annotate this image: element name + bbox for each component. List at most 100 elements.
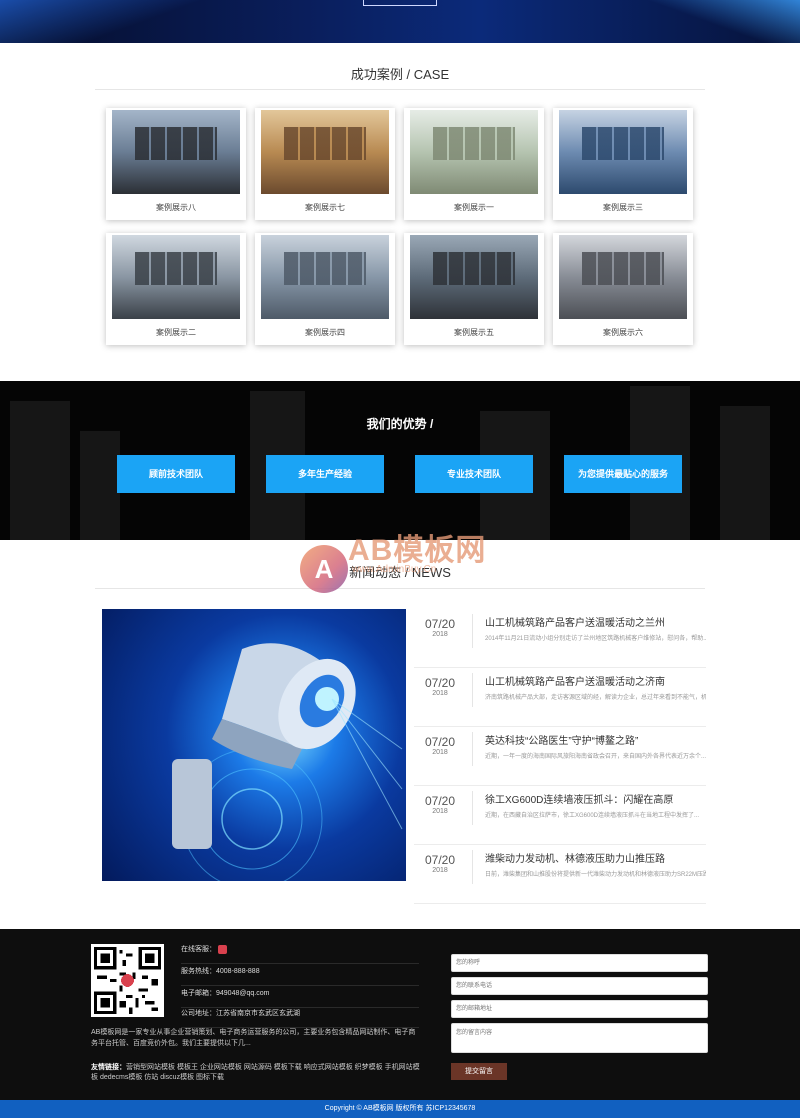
news-desc: 近期，一年一度的海南国际风旅阳海南省政会召开，来自国内外各界代表近万余个... bbox=[485, 754, 706, 760]
news-item[interactable]: 07/20 2018 潍柴动力发动机、林德液压助力山推压路日前，潍柴集团和山推股份将… bbox=[414, 845, 706, 904]
footer-label: 服务热线： bbox=[181, 968, 216, 975]
news-desc: 济南筑路机械产品大部，走访客源区域的经，解读力企业，总过年来看到不能气，机... bbox=[485, 695, 706, 701]
banner-light-ray bbox=[0, 0, 220, 43]
news-date: 07/20 bbox=[424, 853, 456, 867]
advantage-title: 我们的优势 / bbox=[366, 417, 434, 431]
case-card[interactable]: 案例展示三 bbox=[553, 108, 693, 220]
case-caption[interactable]: 案例展示七 bbox=[255, 202, 395, 213]
footer-email: 电子邮箱：949048@qq.com bbox=[181, 987, 419, 1008]
divider bbox=[95, 89, 705, 90]
news-desc: 日前，潍柴集团和山推股份将提供新一代潍柴动力发动机和林德液压助力SR22M压路.… bbox=[485, 872, 706, 878]
advantage-button-3[interactable]: 专业技术团队 bbox=[415, 455, 533, 493]
thumb-detail bbox=[582, 126, 664, 161]
case-card[interactable]: 案例展示一 bbox=[404, 108, 544, 220]
case-card[interactable]: 案例展示二 bbox=[106, 233, 246, 345]
footer-hotline: 服务热线：4008-888-888 bbox=[181, 965, 419, 986]
video-wall-image[interactable] bbox=[112, 235, 240, 319]
case-card[interactable]: 案例展示四 bbox=[255, 233, 395, 345]
store-entrance-image[interactable] bbox=[261, 110, 389, 194]
banner-more-button[interactable] bbox=[363, 0, 437, 6]
news-item[interactable]: 07/20 2018 英达科技“公路医生”守护“博鳌之路” 近期，一年一度的海南国际风… bbox=[414, 727, 706, 786]
case-card[interactable]: 案例展示七 bbox=[255, 108, 395, 220]
news-date: 07/20 bbox=[424, 617, 456, 631]
footer-address: 公司地址：江苏省南京市玄武区玄武湖 bbox=[181, 1007, 419, 1028]
advantage-button-1[interactable]: 顾前技术团队 bbox=[117, 455, 235, 493]
advantage-section: 我们的优势 / 顾前技术团队 多年生产经验 专业技术团队 为您提供最贴心的服务 bbox=[0, 381, 800, 540]
news-title[interactable]: 潍柴动力发动机、林德液压助力山推压路 bbox=[485, 850, 706, 865]
news-item[interactable]: 07/20 2018 山工机械筑路产品客户送温暖活动之济南济南筑路机械产品大部，走访… bbox=[414, 668, 706, 727]
watermark-logo-icon: A bbox=[300, 545, 348, 593]
top-banner bbox=[0, 0, 800, 43]
case-caption[interactable]: 案例展示八 bbox=[106, 202, 246, 213]
email-input[interactable] bbox=[451, 1000, 708, 1018]
control-room-image[interactable] bbox=[112, 110, 240, 194]
divider bbox=[472, 673, 473, 707]
page: 成功案例 / CASE 案例展示八 案例展示七 案例展示一 案例展示三 案例展示二 案例展… bbox=[0, 0, 800, 1118]
news-date: 07/20 bbox=[424, 676, 456, 690]
news-date: 07/20 bbox=[424, 794, 456, 808]
news-title[interactable]: 山工机械筑路产品客户送温暖活动之兰州 bbox=[485, 614, 706, 629]
news-year: 2018 bbox=[432, 867, 448, 874]
footer-value: 4008-888-888 bbox=[216, 968, 260, 975]
banner-light-ray bbox=[640, 0, 800, 43]
news-title[interactable]: 山工机械筑路产品客户送温暖活动之济南 bbox=[485, 673, 706, 688]
security-camera-image[interactable] bbox=[102, 609, 406, 881]
case-card[interactable]: 案例展示八 bbox=[106, 108, 246, 220]
case-caption[interactable]: 案例展示五 bbox=[404, 327, 544, 338]
footer-label: 在线客服： bbox=[181, 946, 216, 953]
case-card[interactable]: 案例展示五 bbox=[404, 233, 544, 345]
footer: 在线客服： 服务热线：4008-888-888 电子邮箱：949048@qq.c… bbox=[0, 929, 800, 1100]
news-desc: 近期，在西藏自治区拉萨市，徐工XG600D连续墙液压抓斗在当地工程中发挥了... bbox=[485, 813, 700, 819]
footer-value: 江苏省南京市玄武区玄武湖 bbox=[216, 1010, 300, 1017]
message-textarea[interactable] bbox=[451, 1023, 708, 1053]
news-title[interactable]: 英达科技“公路医生”守护“博鳌之路” bbox=[485, 732, 706, 747]
friend-links[interactable]: 营销型网站模板 模板王 企业网站模板 网站源码 模板下载 响应式网站模板 织梦模… bbox=[91, 1064, 420, 1081]
monitoring-center-image[interactable] bbox=[559, 110, 687, 194]
footer-label: 公司地址： bbox=[181, 1010, 216, 1017]
case-card[interactable]: 案例展示六 bbox=[553, 233, 693, 345]
divider bbox=[472, 850, 473, 884]
advantage-button-2[interactable]: 多年生产经验 bbox=[266, 455, 384, 493]
news-year: 2018 bbox=[432, 690, 448, 697]
case-caption[interactable]: 案例展示一 bbox=[404, 202, 544, 213]
office-meeting-image[interactable] bbox=[559, 235, 687, 319]
qr-code-pattern bbox=[94, 947, 161, 1014]
news-year: 2018 bbox=[432, 749, 448, 756]
divider bbox=[472, 614, 473, 648]
thumb-detail bbox=[433, 251, 515, 286]
name-input[interactable] bbox=[451, 954, 708, 972]
case-caption[interactable]: 案例展示四 bbox=[255, 327, 395, 338]
thumb-detail bbox=[433, 126, 515, 161]
case-caption[interactable]: 案例展示六 bbox=[553, 327, 693, 338]
watermark-url: www.AdminBuy.Cn bbox=[352, 564, 437, 575]
background-building bbox=[80, 431, 120, 540]
news-item[interactable]: 07/20 2018 徐工XG600D连续墙液压抓斗：闪耀在高原近期，在西藏自治区拉… bbox=[414, 786, 706, 845]
case-caption[interactable]: 案例展示三 bbox=[553, 202, 693, 213]
footer-label: 电子邮箱： bbox=[181, 990, 216, 997]
qr-code-icon bbox=[91, 944, 164, 1017]
news-item[interactable]: 07/20 2018 山工机械筑路产品客户送温暖活动之兰州 2014年11月21日流动… bbox=[414, 609, 706, 668]
news-title[interactable]: 徐工XG600D连续墙液压抓斗：闪耀在高原 bbox=[485, 791, 706, 806]
submit-message-button[interactable]: 提交留言 bbox=[451, 1063, 507, 1080]
footer-online-service: 在线客服： bbox=[181, 943, 419, 964]
footer-value: 949048@qq.com bbox=[216, 990, 270, 997]
news-year: 2018 bbox=[432, 808, 448, 815]
thumb-detail bbox=[582, 251, 664, 286]
watermark: A AB模板网 www.AdminBuy.Cn bbox=[300, 521, 530, 601]
camera-illustration bbox=[172, 643, 403, 881]
footer-about-text: AB模板网是一家专业从事企业营销策划、电子商务运营服务的公司，主要业务包含精品网… bbox=[91, 1029, 416, 1047]
case-section-title: 成功案例 / CASE bbox=[350, 67, 450, 82]
qq-chat-icon[interactable] bbox=[217, 944, 227, 954]
divider bbox=[472, 791, 473, 825]
footer-friend-links: 友情链接：营销型网站模板 模板王 企业网站模板 网站源码 模板下载 响应式网站模… bbox=[91, 1063, 421, 1083]
surveillance-screens-image[interactable] bbox=[410, 235, 538, 319]
case-caption[interactable]: 案例展示二 bbox=[106, 327, 246, 338]
phone-input[interactable] bbox=[451, 977, 708, 995]
copyright-bar: Copyright © AB模板网 版权所有 苏ICP12345678 bbox=[0, 1100, 800, 1118]
news-year: 2018 bbox=[432, 631, 448, 638]
advantage-button-4[interactable]: 为您提供最贴心的服务 bbox=[564, 455, 682, 493]
thumb-detail bbox=[284, 126, 366, 161]
building-facade-image[interactable] bbox=[261, 235, 389, 319]
friend-links-label: 友情链接： bbox=[91, 1064, 126, 1071]
security-gate-image[interactable] bbox=[410, 110, 538, 194]
